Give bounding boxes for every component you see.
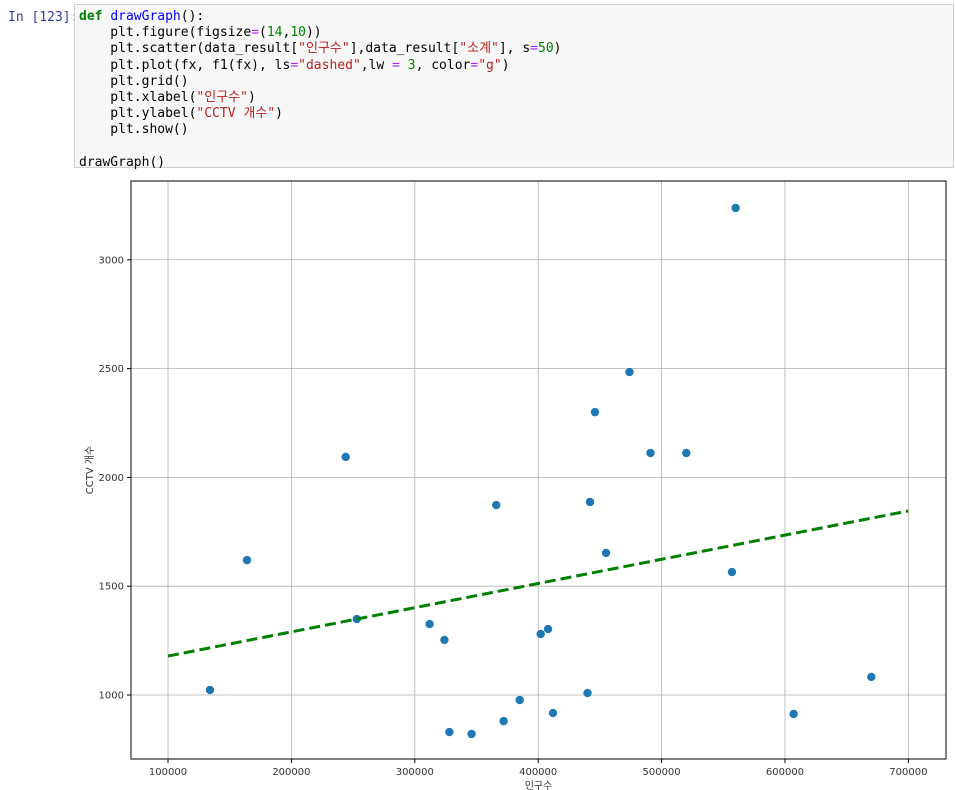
code-line: plt.plot(fx, f1(fx), ls="dashed",lw = 3,…	[79, 58, 949, 74]
code-token: 50	[538, 41, 554, 57]
code-token: =	[251, 25, 260, 41]
code-token: plt.figure(figsize	[79, 25, 252, 41]
code-token: )	[247, 90, 256, 106]
x-tick-label: 700000	[889, 767, 927, 778]
data-point	[341, 452, 350, 462]
code-token: 10	[290, 25, 306, 41]
code-line: plt.ylabel("CCTV 개수")	[79, 106, 949, 122]
data-point	[205, 685, 215, 695]
x-axis-label: 인구수	[525, 780, 553, 790]
code-token: ))	[305, 25, 322, 41]
y-tick-label: 2500	[99, 364, 124, 375]
code-token: plt.ylabel(	[79, 106, 197, 122]
data-point	[585, 497, 595, 507]
code-token: "인구수"	[196, 90, 248, 106]
code-token: )	[501, 57, 510, 73]
x-tick-label: 400000	[519, 767, 557, 778]
scatter-chart: 100000 200000 300000 400000 500000 600000 7000…	[84, 180, 947, 790]
data-point	[867, 672, 876, 682]
code-line: def drawGraph():	[79, 9, 949, 25]
data-point	[646, 448, 655, 458]
code-token: "g"	[478, 57, 502, 73]
code-token: plt.plot(fx, f1(fx), ls	[79, 57, 291, 73]
data-point	[789, 709, 798, 719]
data-point	[601, 548, 611, 558]
y-tick-label: 3000	[99, 255, 124, 266]
code-line: plt.show()	[79, 122, 949, 138]
code-token: def	[79, 9, 103, 24]
y-tick-label: 1500	[99, 582, 124, 593]
code-token: plt.scatter(data_result[	[79, 41, 299, 57]
data-point	[242, 555, 252, 565]
code-token: )	[553, 41, 562, 57]
x-tick-label: 300000	[396, 767, 434, 778]
data-point	[625, 367, 634, 377]
data-point	[590, 407, 600, 417]
data-point	[727, 567, 737, 577]
code-token: plt.grid()	[79, 73, 189, 89]
code-token: ], s	[498, 41, 531, 57]
y-tick-label: 2000	[99, 473, 124, 484]
code-token: 3	[407, 57, 416, 73]
data-point	[536, 629, 545, 639]
data-point	[682, 448, 691, 458]
y-tick-label: 1000	[99, 691, 124, 702]
x-tick-label: 500000	[642, 767, 680, 778]
code-cell[interactable]: def drawGraph(): plt.figure(figsize=(14,…	[74, 4, 954, 171]
code-token: ],data_result[	[349, 41, 460, 57]
data-point	[467, 729, 476, 739]
code-token: )	[275, 106, 283, 122]
code-line: plt.scatter(data_result["인구수"],data_resu…	[79, 41, 949, 57]
data-point	[731, 203, 740, 213]
code-token: =	[392, 57, 400, 73]
code-token: "인구수"	[298, 41, 350, 57]
code-token: "소계"	[459, 41, 499, 57]
cell-prompt: In [123]:	[8, 10, 79, 25]
code-token: (	[259, 25, 267, 41]
code-token: "dashed"	[298, 57, 361, 73]
code-line: drawGraph()	[79, 155, 949, 171]
code-token: drawGraph()	[79, 154, 166, 170]
y-axis-label: CCTV 개수	[84, 446, 96, 495]
x-tick-label: 600000	[766, 767, 804, 778]
data-point	[425, 619, 434, 629]
data-point	[583, 688, 592, 698]
code-token: , color	[415, 57, 471, 73]
code-line: plt.xlabel("인구수")	[79, 90, 949, 106]
code-token: ():	[180, 9, 205, 24]
code-line: plt.grid()	[79, 74, 949, 90]
code-token: =	[290, 57, 299, 73]
code-line: plt.figure(figsize=(14,10))	[79, 25, 949, 41]
code-token: plt.show()	[79, 122, 189, 138]
code-token: =	[530, 41, 538, 57]
data-point	[445, 727, 454, 737]
data-point	[543, 624, 553, 634]
code-token: drawGraph	[110, 9, 181, 24]
code-token: plt.xlabel(	[79, 90, 197, 106]
data-point	[440, 635, 449, 645]
x-tick-label: 200000	[272, 767, 310, 778]
data-point	[548, 708, 558, 718]
code-editor[interactable]: def drawGraph(): plt.figure(figsize=(14,…	[79, 9, 949, 171]
data-point	[499, 716, 508, 726]
data-point	[492, 500, 501, 510]
code-token: "CCTV 개수"	[196, 106, 276, 122]
data-point	[515, 695, 524, 705]
x-tick-label: 100000	[149, 767, 187, 778]
code-token: 14	[266, 25, 283, 41]
code-token: ,lw	[360, 57, 393, 73]
